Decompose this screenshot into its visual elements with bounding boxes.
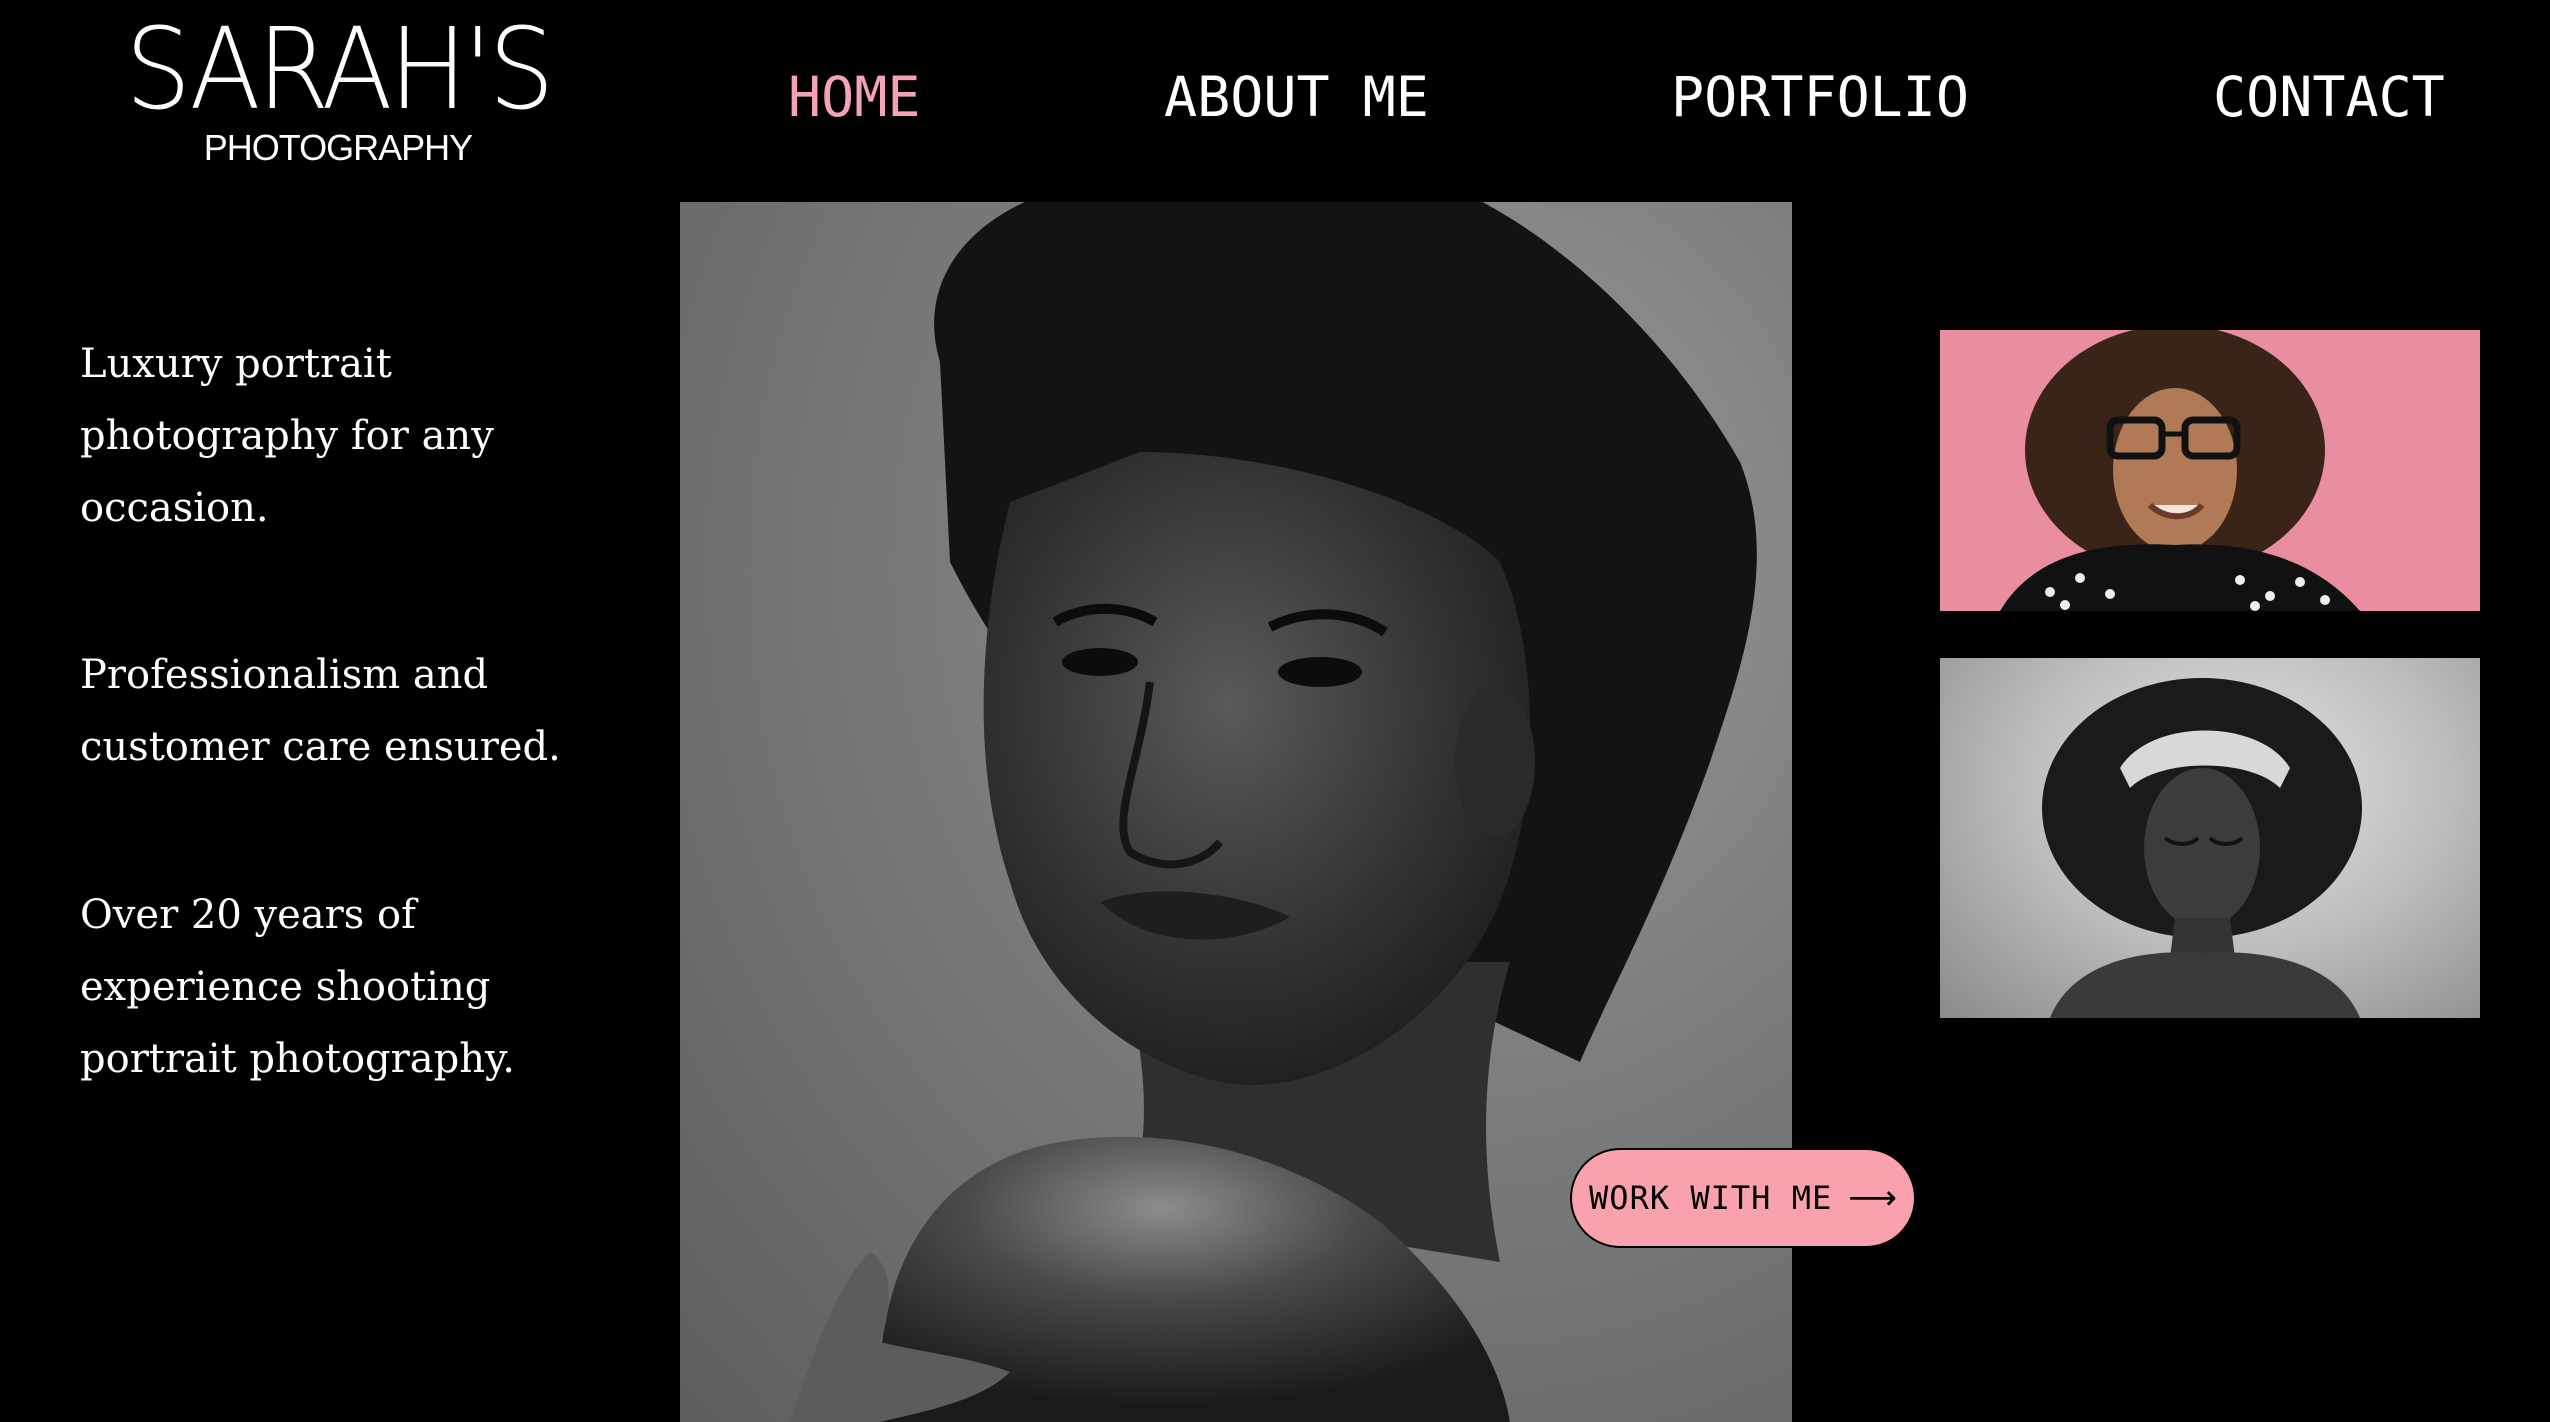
logo[interactable]: SARAH'S PHOTOGRAPHY: [108, 8, 568, 168]
nav-about-me[interactable]: ABOUT ME: [1164, 62, 1429, 132]
portfolio-thumbnail-pink[interactable]: [1940, 330, 2480, 611]
intro-paragraph: Luxury portrait photography for any occa…: [80, 341, 494, 531]
logo-title: SARAH'S: [125, 5, 554, 135]
arrow-right-icon: ⟶: [1848, 1178, 1897, 1218]
intro-paragraph: Professionalism and customer care ensure…: [80, 652, 561, 770]
logo-tagline: PHOTOGRAPHY: [203, 127, 473, 168]
nav-contact[interactable]: CONTACT: [2213, 62, 2445, 132]
work-with-me-button[interactable]: WORK WITH ME ⟶: [1570, 1148, 1916, 1248]
nav-home[interactable]: HOME: [788, 62, 920, 132]
nav-portfolio[interactable]: PORTFOLIO: [1671, 62, 1969, 132]
work-with-me-label: WORK WITH ME: [1589, 1179, 1833, 1217]
intro-paragraph: Over 20 years of experience shooting por…: [80, 892, 515, 1082]
portfolio-thumbnail-grayscale[interactable]: [1940, 658, 2480, 1018]
